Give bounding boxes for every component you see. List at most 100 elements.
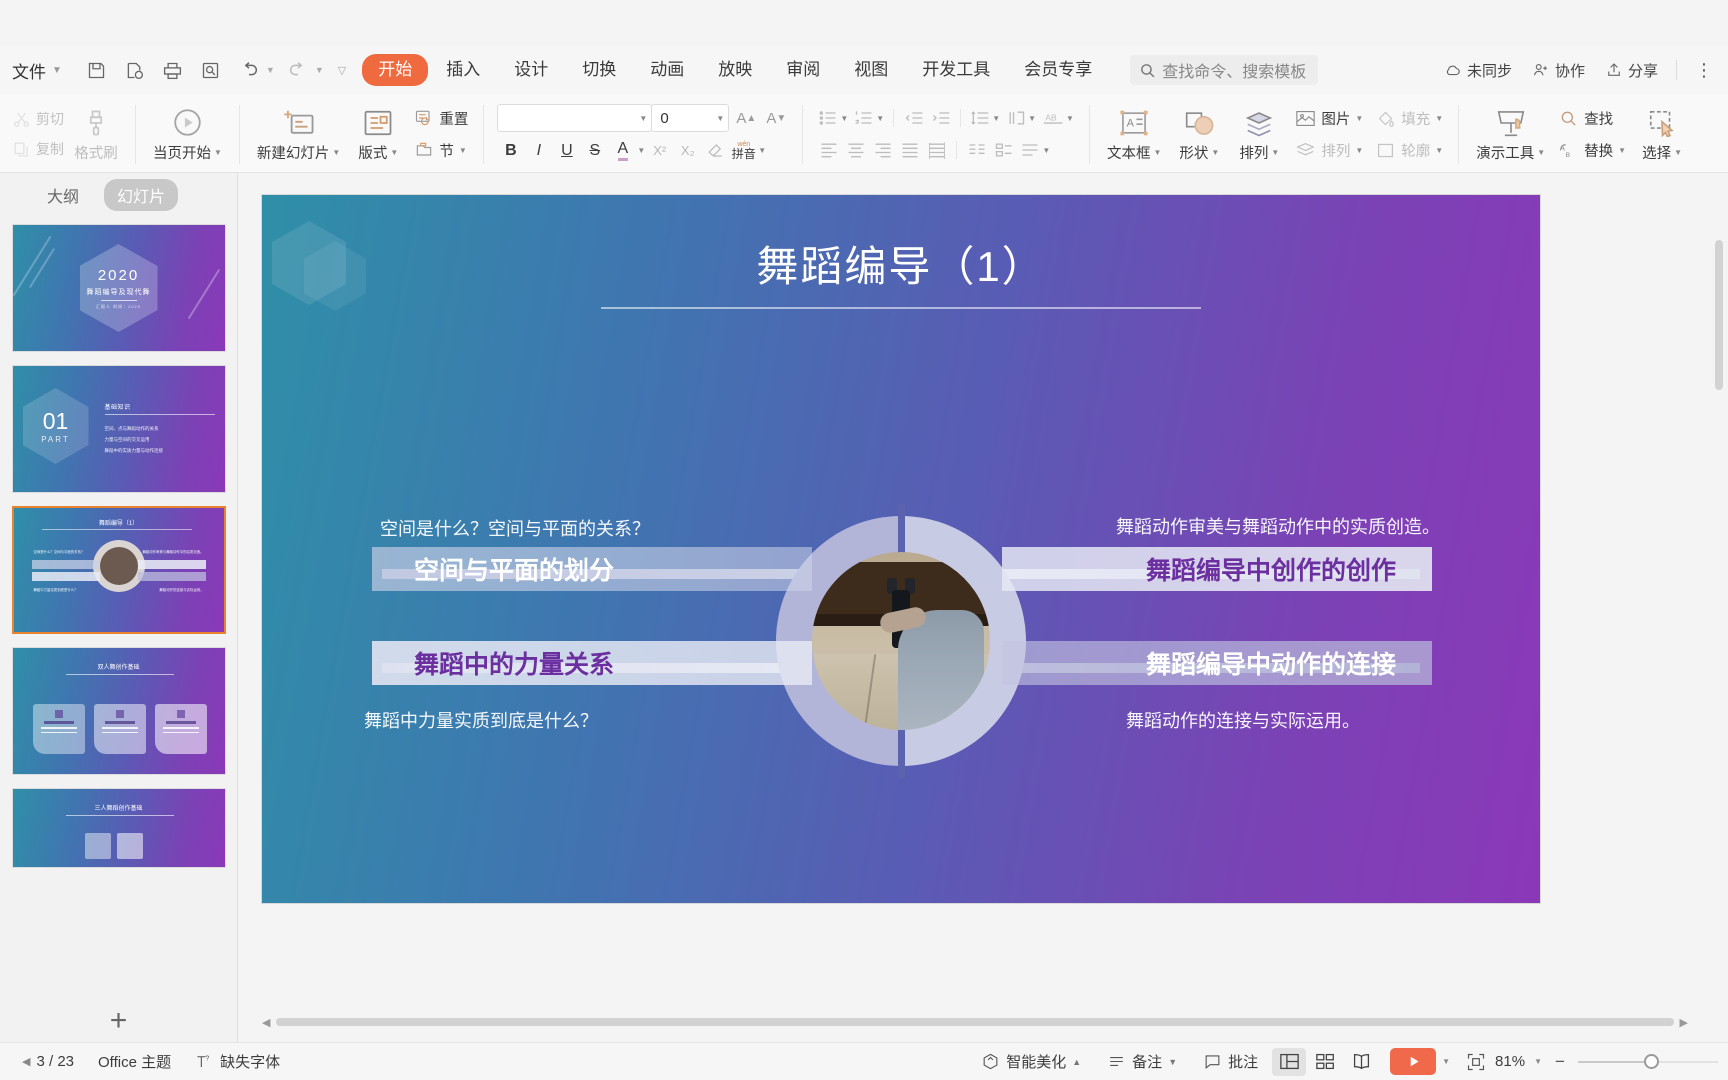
smartart-button[interactable] [991,137,1016,164]
text-direction-button[interactable]: ▼ [1004,105,1038,132]
chevron-down-icon[interactable]: ▼ [390,148,398,157]
chevron-left-icon[interactable]: ◀ [22,1055,30,1068]
presentation-tools-button[interactable]: 演示工具 ▼ [1468,97,1553,171]
align-right-button[interactable] [870,137,895,164]
select-button[interactable]: 选择 ▼ [1632,97,1692,171]
missing-font-button[interactable]: ? 缺失字体 [183,1051,292,1072]
more-options-icon[interactable]: ⋮ [1687,60,1722,81]
slide-thumbnail-5[interactable]: 三人舞蹈创作基础 [11,788,226,868]
chevron-down-icon[interactable]: ▼ [1271,148,1279,157]
hscroll-thumb[interactable] [276,1018,1674,1026]
underline-button[interactable]: U [553,137,580,164]
slide-title[interactable]: 舞蹈编导（1） [262,233,1540,294]
search-input[interactable]: 查找命令、搜索模板 [1130,55,1319,85]
vertical-scrollbar[interactable] [1714,180,1724,600]
fill-button[interactable]: 填充 ▼ [1372,104,1446,132]
right-bottom-question[interactable]: 舞蹈动作的连接与实际运用。 [1126,707,1360,733]
textbox-button[interactable]: A 文本框 ▼ [1099,97,1169,171]
font-name-input[interactable]: ▼ [497,104,653,132]
shape-button[interactable]: 形状 ▼ [1169,97,1229,171]
start-slideshow-button[interactable] [1390,1048,1437,1075]
justify-button[interactable] [897,137,922,164]
chevron-down-icon[interactable]: ▼ [1674,148,1682,157]
chevron-up-icon[interactable]: ▲ [1072,1057,1081,1067]
copy-button[interactable]: 复制 [12,136,64,163]
layout-button[interactable]: 版式 ▼ [348,97,408,171]
slide-sorter-button[interactable] [1308,1048,1342,1076]
customize-qat-icon[interactable]: ▽ [338,64,346,77]
chevron-down-icon[interactable]: ▼ [1066,114,1074,123]
sync-status-button[interactable]: 未同步 [1436,55,1520,86]
collaborate-button[interactable]: 协作 [1524,55,1593,86]
current-slide[interactable]: 舞蹈编导（1） 空间是什么？空间与平面的关系？ 空间与平面的划分 舞蹈中的力量关… [262,195,1540,903]
reading-view-button[interactable] [1344,1048,1378,1076]
left-top-question[interactable]: 空间是什么？空间与平面的关系？ [380,515,650,541]
right-bar-1[interactable]: 舞蹈编导中创作的创作 [1002,547,1432,591]
tab-outline[interactable]: 大纲 [34,179,92,211]
tab-review[interactable]: 审阅 [770,54,836,86]
add-slide-button[interactable]: + [0,1006,237,1036]
text-align-vertical-button[interactable]: AB ▼ [1040,105,1076,132]
notes-button[interactable]: 备注 ▼ [1095,1051,1189,1072]
chevron-down-icon[interactable]: ▼ [876,114,884,123]
decrease-indent-button[interactable] [901,105,926,132]
align-center-button[interactable] [843,137,868,164]
clear-format-button[interactable] [702,137,729,164]
left-bar-2[interactable]: 舞蹈中的力量关系 [372,641,812,685]
undo-dropdown-icon[interactable]: ▼ [266,65,275,75]
tab-slides[interactable]: 幻灯片 [104,179,179,211]
picture-button[interactable]: 图片 ▼ [1292,104,1366,132]
chevron-down-icon[interactable]: ▼ [1042,146,1050,155]
font-color-button[interactable]: A [609,137,636,164]
chevron-down-icon[interactable]: ▼ [1028,114,1036,123]
left-bar-1[interactable]: 空间与平面的划分 [372,547,812,591]
tab-slideshow[interactable]: 放映 [702,54,768,86]
subscript-button[interactable]: X₂ [674,137,701,164]
italic-button[interactable]: I [525,137,552,164]
normal-view-button[interactable] [1272,1047,1307,1076]
replace-button[interactable]: A B 替换 ▼ [1556,136,1629,164]
left-bottom-question[interactable]: 舞蹈中力量实质到底是什么？ [364,707,598,733]
slide-photo[interactable] [812,552,990,730]
zoom-slider[interactable] [1578,1054,1718,1069]
format-painter-button[interactable]: 格式刷 [66,97,126,171]
start-from-current-button[interactable]: 当页开始 ▼ [145,97,230,171]
pinyin-guide-button[interactable]: wén 拼音 [730,137,757,164]
chevron-down-icon[interactable]: ▼ [758,146,766,155]
share-button[interactable]: 分享 [1597,55,1666,86]
tab-animation[interactable]: 动画 [634,54,700,86]
horizontal-scrollbar[interactable]: ◀ ▶ [262,1016,1688,1029]
right-top-question[interactable]: 舞蹈动作审美与舞蹈动作中的实质创造。 [1116,513,1440,539]
chevron-down-icon[interactable]: ▼ [992,114,1000,123]
chevron-down-icon[interactable]: ▼ [1435,146,1443,155]
outline-button[interactable]: 轮廓 ▼ [1372,136,1446,164]
decrease-font-size-button[interactable]: A ▼ [763,105,789,131]
chevron-down-icon[interactable]: ▼ [1435,114,1443,123]
save-as-icon[interactable] [118,54,152,86]
chevron-down-icon[interactable]: ▼ [840,114,848,123]
print-preview-icon[interactable] [194,54,228,86]
slideshow-dropdown-icon[interactable]: ▼ [1442,1057,1450,1066]
page-indicator[interactable]: ◀ 3 / 23 [10,1053,86,1070]
scroll-left-icon[interactable]: ◀ [262,1016,270,1029]
reset-button[interactable]: 重置 [411,104,471,132]
increase-indent-button[interactable] [928,105,953,132]
tab-view[interactable]: 视图 [838,54,904,86]
chevron-down-icon[interactable]: ▼ [1211,148,1219,157]
new-slide-button[interactable]: 新建幻灯片 ▼ [249,97,348,171]
file-menu-button[interactable]: 文件 ▼ [4,58,70,83]
bold-button[interactable]: B [497,137,524,164]
redo-dropdown-icon[interactable]: ▼ [315,65,324,75]
tab-start[interactable]: 开始 [362,54,429,86]
cut-button[interactable]: 剪切 [12,106,64,133]
align-left-button[interactable] [816,137,841,164]
redo-icon[interactable] [281,54,315,86]
chevron-down-icon[interactable]: ▼ [214,148,222,157]
chevron-down-icon[interactable]: ▼ [459,146,467,155]
paragraph-settings-button[interactable]: ▼ [1018,137,1052,164]
chevron-down-icon[interactable]: ▼ [1168,1057,1177,1067]
section-button[interactable]: 节 ▼ [411,136,471,164]
zoom-slider-handle[interactable] [1644,1054,1659,1069]
save-icon[interactable] [80,54,114,86]
vscroll-thumb[interactable] [1715,240,1723,390]
